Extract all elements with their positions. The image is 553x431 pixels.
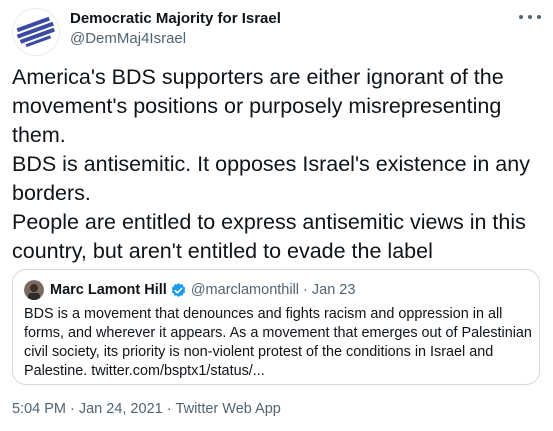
tweet-date[interactable]: Jan 24, 2021 [79, 401, 163, 417]
tweet-meta: 5:04 PM · Jan 24, 2021 · Twitter Web App [12, 400, 281, 418]
quoted-tweet-body: BDS is a movement that denounces and fig… [24, 305, 536, 381]
verified-badge-icon [170, 282, 187, 299]
tweet-source[interactable]: Twitter Web App [176, 401, 281, 417]
quoted-author-handle: @marclamonthill [190, 282, 300, 298]
author-names: Democratic Majority for Israel @DemMaj4I… [70, 9, 281, 49]
author-display-name[interactable]: Democratic Majority for Israel [70, 9, 281, 29]
separator-dot: · [303, 282, 308, 298]
quoted-tweet-date: Jan 23 [311, 282, 356, 298]
tweet-paragraph: People are entitled to express antisemit… [12, 210, 526, 263]
tweet-paragraph: America's BDS supporters are either igno… [12, 65, 504, 147]
quoted-tweet-link[interactable]: twitter.com/bsptx1/status/... [91, 363, 265, 379]
tweet-time[interactable]: 5:04 PM [12, 401, 66, 417]
quoted-author-name: Marc Lamont Hill [50, 282, 167, 298]
tweet-card: Democratic Majority for Israel @DemMaj4I… [0, 0, 553, 431]
dmfi-logo-icon [13, 9, 59, 55]
separator-dot: · [70, 401, 75, 417]
author-avatar[interactable] [12, 8, 60, 56]
quoted-author-avatar [24, 280, 44, 300]
separator-dot: · [166, 401, 172, 417]
author-handle[interactable]: @DemMaj4Israel [70, 29, 281, 49]
more-options-icon[interactable] [519, 8, 541, 26]
quoted-tweet[interactable]: Marc Lamont Hill @marclamonthill · Jan 2… [12, 269, 540, 385]
tweet-text: America's BDS supporters are either igno… [12, 63, 542, 266]
tweet-header: Democratic Majority for Israel @DemMaj4I… [12, 6, 541, 56]
quoted-tweet-header: Marc Lamont Hill @marclamonthill · Jan 2… [24, 280, 355, 300]
tweet-paragraph: BDS is antisemitic. It opposes Israel's … [12, 152, 530, 205]
